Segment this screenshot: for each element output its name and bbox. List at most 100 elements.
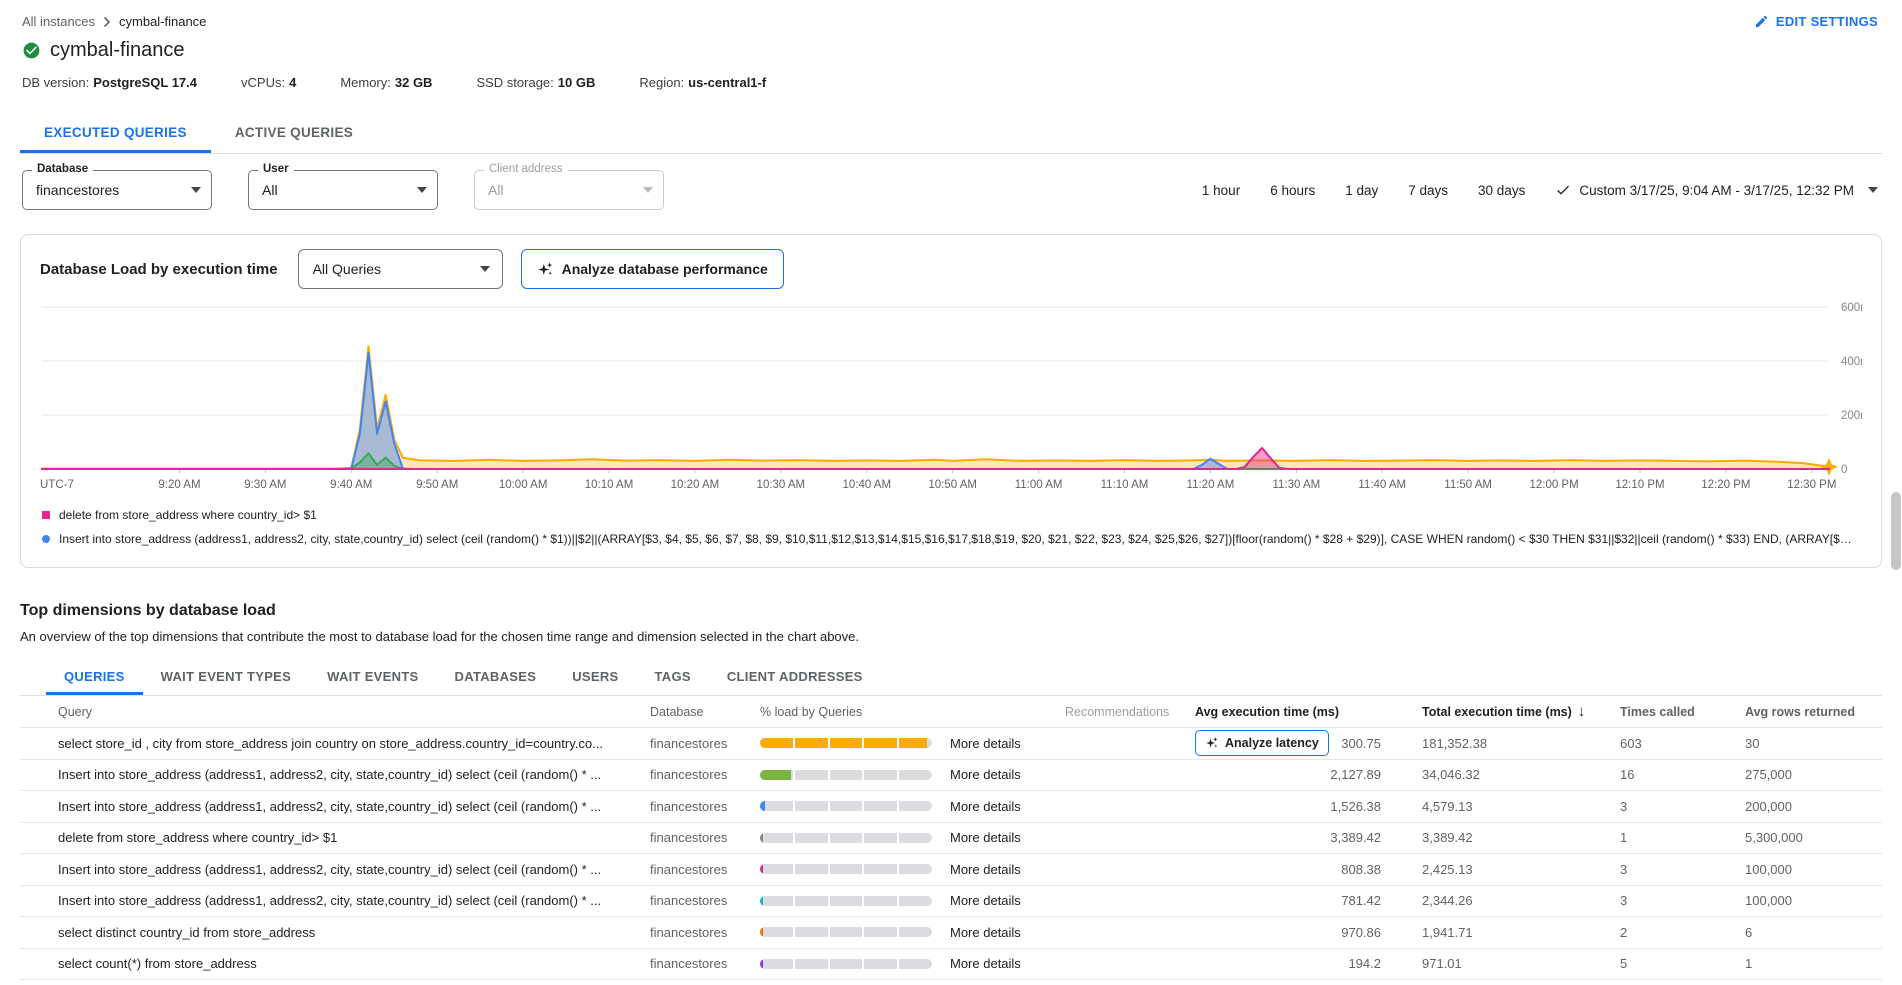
svg-text:9:40 AM: 9:40 AM bbox=[330, 479, 372, 491]
total-execution-time-cell: 1,941.71 bbox=[1395, 925, 1620, 940]
info-value: PostgreSQL 17.4 bbox=[93, 75, 197, 90]
load-bar-segment bbox=[864, 896, 897, 906]
table-header-row: QueryDatabase% load by QueriesRecommenda… bbox=[20, 696, 1882, 728]
instance-info-item: Region:us-central1-f bbox=[639, 75, 766, 90]
database-cell: financestores bbox=[650, 736, 760, 751]
table-row[interactable]: Insert into store_address (address1, add… bbox=[20, 791, 1882, 823]
query-cell[interactable]: select count(*) from store_address bbox=[20, 956, 650, 971]
more-details-link[interactable]: More details bbox=[950, 830, 1065, 845]
more-details-link[interactable]: More details bbox=[950, 893, 1065, 908]
time-range-option[interactable]: 30 days bbox=[1478, 183, 1525, 198]
more-details-link[interactable]: More details bbox=[950, 736, 1065, 751]
avg-execution-time-cell: 808.38 bbox=[1195, 862, 1395, 877]
sparkle-icon bbox=[1205, 736, 1219, 750]
total-execution-time-cell: 34,046.32 bbox=[1395, 767, 1620, 782]
info-label: Memory: bbox=[340, 75, 391, 90]
legend-marker bbox=[42, 535, 50, 543]
query-cell[interactable]: select store_id , city from store_addres… bbox=[20, 736, 650, 751]
time-range-option[interactable]: 7 days bbox=[1408, 183, 1448, 198]
avg-rows-returned-cell: 100,000 bbox=[1745, 862, 1882, 877]
table-row[interactable]: select store_id , city from store_addres… bbox=[20, 728, 1882, 760]
svg-text:10:40 AM: 10:40 AM bbox=[842, 479, 891, 491]
svg-text:11:00 AM: 11:00 AM bbox=[1015, 479, 1063, 491]
chevron-down-icon bbox=[417, 187, 427, 193]
avg-execution-time-cell: 970.86 bbox=[1195, 925, 1395, 940]
load-bar-segment bbox=[864, 927, 897, 937]
instance-info-row: DB version:PostgreSQL 17.4vCPUs:4Memory:… bbox=[0, 62, 1902, 90]
analyze-database-performance-button[interactable]: Analyze database performance bbox=[521, 249, 784, 289]
avg-execution-time-cell: 3,389.42 bbox=[1195, 830, 1395, 845]
filter-database[interactable]: Databasefinancestores bbox=[22, 170, 212, 210]
chart-title: Database Load by execution time bbox=[40, 261, 278, 278]
more-details-link[interactable]: More details bbox=[950, 767, 1065, 782]
column-header-label: % load by Queries bbox=[760, 705, 862, 719]
filter-value: All bbox=[262, 182, 411, 198]
query-cell[interactable]: Insert into store_address (address1, add… bbox=[20, 893, 650, 908]
sort-descending-icon[interactable]: ↓ bbox=[1578, 703, 1586, 720]
time-range-option[interactable]: 1 day bbox=[1345, 183, 1378, 198]
tab-executed-queries[interactable]: EXECUTED QUERIES bbox=[20, 116, 211, 153]
breadcrumb-all-instances[interactable]: All instances bbox=[22, 14, 95, 29]
avg-execution-time-value: 781.42 bbox=[1341, 893, 1381, 908]
query-cell[interactable]: delete from store_address where country_… bbox=[20, 830, 650, 845]
load-cell bbox=[760, 959, 950, 969]
times-called-cell: 603 bbox=[1620, 736, 1745, 751]
more-details-link[interactable]: More details bbox=[950, 862, 1065, 877]
svg-text:11:10 AM: 11:10 AM bbox=[1101, 479, 1149, 491]
tab-active-queries[interactable]: ACTIVE QUERIES bbox=[211, 116, 377, 153]
load-bar-fill bbox=[760, 738, 793, 748]
dimension-tab-databases[interactable]: DATABASES bbox=[437, 662, 555, 695]
load-bar-segment bbox=[795, 959, 828, 969]
query-cell[interactable]: Insert into store_address (address1, add… bbox=[20, 767, 650, 782]
time-range-option[interactable]: 1 hour bbox=[1202, 183, 1240, 198]
avg-execution-time-value: 300.75 bbox=[1341, 736, 1381, 751]
svg-text:9:30 AM: 9:30 AM bbox=[244, 479, 286, 491]
database-cell: financestores bbox=[650, 830, 760, 845]
load-bar-segment bbox=[864, 770, 897, 780]
load-bar-segment bbox=[830, 738, 863, 748]
custom-time-range[interactable]: Custom 3/17/25, 9:04 AM - 3/17/25, 12:32… bbox=[1555, 182, 1878, 198]
table-row[interactable]: select distinct country_id from store_ad… bbox=[20, 917, 1882, 949]
dimension-tab-wait-events[interactable]: WAIT EVENTS bbox=[309, 662, 436, 695]
table-row[interactable]: Insert into store_address (address1, add… bbox=[20, 886, 1882, 918]
load-bar-segment bbox=[899, 833, 932, 843]
section-description: An overview of the top dimensions that c… bbox=[20, 629, 1882, 644]
more-details-link[interactable]: More details bbox=[950, 956, 1065, 971]
dimension-tab-wait-event-types[interactable]: WAIT EVENT TYPES bbox=[143, 662, 309, 695]
query-cell[interactable]: Insert into store_address (address1, add… bbox=[20, 799, 650, 814]
load-bar-segment bbox=[864, 738, 897, 748]
edit-settings-button[interactable]: EDIT SETTINGS bbox=[1754, 14, 1878, 29]
analyze-latency-button[interactable]: Analyze latency bbox=[1195, 730, 1329, 756]
table-row[interactable]: Insert into store_address (address1, add… bbox=[20, 760, 1882, 792]
dimension-tab-users[interactable]: USERS bbox=[554, 662, 636, 695]
svg-text:12:10 PM: 12:10 PM bbox=[1615, 479, 1664, 491]
scrollbar-thumb[interactable] bbox=[1891, 492, 1901, 570]
more-details-link[interactable]: More details bbox=[950, 799, 1065, 814]
load-bar-fill bbox=[899, 738, 927, 748]
table-row[interactable]: select count(*) from store_addressfinanc… bbox=[20, 949, 1882, 981]
dimension-tab-queries[interactable]: QUERIES bbox=[46, 662, 143, 695]
load-bar-segment bbox=[760, 927, 793, 937]
legend-text: Insert into store_address (address1, add… bbox=[59, 532, 1852, 546]
load-bar-segment bbox=[899, 801, 932, 811]
dimension-tab-client-addresses[interactable]: CLIENT ADDRESSES bbox=[709, 662, 881, 695]
column-header-label: Recommendations bbox=[1065, 705, 1169, 719]
time-range-option[interactable]: 6 hours bbox=[1270, 183, 1315, 198]
avg-execution-time-cell: Analyze latency 300.75 bbox=[1195, 730, 1395, 756]
load-bar-segment bbox=[830, 770, 863, 780]
analyze-database-performance-label: Analyze database performance bbox=[562, 261, 768, 277]
query-cell[interactable]: select distinct country_id from store_ad… bbox=[20, 925, 650, 940]
dimension-tab-tags[interactable]: TAGS bbox=[637, 662, 709, 695]
query-cell[interactable]: Insert into store_address (address1, add… bbox=[20, 862, 650, 877]
load-bar bbox=[760, 738, 932, 748]
table-row[interactable]: delete from store_address where country_… bbox=[20, 823, 1882, 855]
times-called-cell: 2 bbox=[1620, 925, 1745, 940]
more-details-link[interactable]: More details bbox=[950, 925, 1065, 940]
table-row[interactable]: Insert into store_address (address1, add… bbox=[20, 854, 1882, 886]
load-bar-fill bbox=[760, 833, 763, 843]
svg-text:10:00 AM: 10:00 AM bbox=[499, 479, 548, 491]
load-bar-fill bbox=[760, 770, 791, 780]
query-filter-select[interactable]: All Queries bbox=[298, 249, 503, 289]
filter-user[interactable]: UserAll bbox=[248, 170, 438, 210]
load-bar-segment bbox=[760, 770, 793, 780]
